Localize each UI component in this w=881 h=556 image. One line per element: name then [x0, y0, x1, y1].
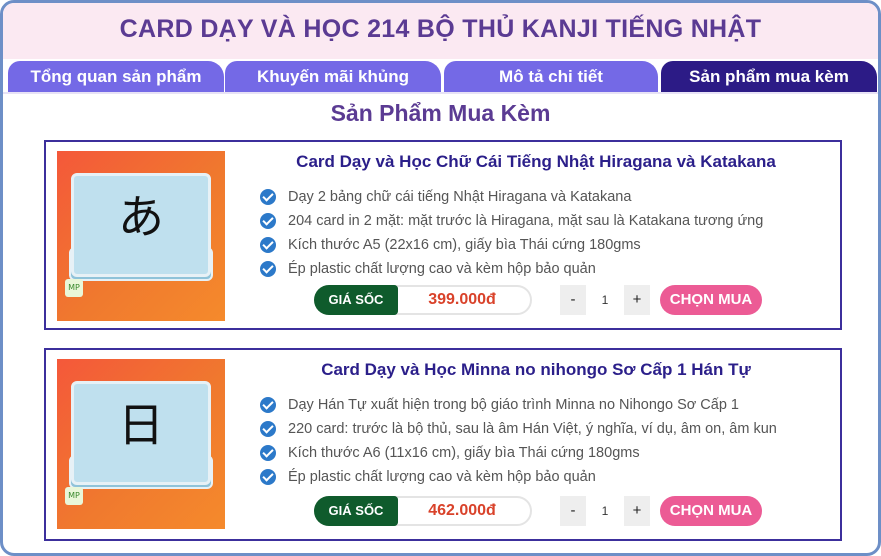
decrease-button[interactable]: -: [560, 496, 586, 526]
check-circle-icon: [260, 237, 276, 253]
price-value: 462.000đ: [428, 502, 496, 519]
check-circle-icon: [260, 261, 276, 277]
buy-button[interactable]: CHỌN MUA: [660, 285, 762, 315]
price-box: GIÁ SỐC 462.000đ: [314, 496, 532, 526]
card-glyph: あ: [118, 190, 164, 244]
product-card: あ MP Card Dạy và Học Chữ Cái Tiếng Nhật …: [44, 140, 842, 330]
feature-item: Kích thước A5 (22x16 cm), giấy bìa Thái …: [260, 234, 763, 258]
check-circle-icon: [260, 445, 276, 461]
price-box: GIÁ SỐC 399.000đ: [314, 285, 532, 315]
feature-text: Ép plastic chất lượng cao và kèm hộp bảo…: [288, 261, 596, 277]
product-title[interactable]: Card Dạy và Học Minna no nihongo Sơ Cấp …: [236, 360, 836, 380]
feature-item: Ép plastic chất lượng cao và kèm hộp bảo…: [260, 258, 763, 282]
feature-text: Dạy Hán Tự xuất hiện trong bộ giáo trình…: [288, 397, 739, 413]
page-title: CARD DẠY VÀ HỌC 214 BỘ THỦ KANJI TIẾNG N…: [119, 15, 762, 43]
quantity-stepper: - 1 +: [560, 285, 650, 315]
increase-button[interactable]: +: [624, 285, 650, 315]
check-circle-icon: [260, 469, 276, 485]
tab-khuyen-mai[interactable]: Khuyến mãi khủng: [225, 61, 441, 92]
feature-text: 204 card in 2 mặt: mặt trước là Hiragana…: [288, 213, 764, 229]
price-label: GIÁ SỐC: [314, 285, 398, 315]
decrease-button[interactable]: -: [560, 285, 586, 315]
feature-text: 220 card: trước là bộ thủ, sau là âm Hán…: [288, 421, 777, 437]
product-image[interactable]: あ MP: [57, 151, 225, 321]
brand-logo-icon: MP: [65, 487, 83, 505]
check-circle-icon: [260, 397, 276, 413]
quantity-input[interactable]: 1: [586, 496, 624, 526]
feature-item: Dạy Hán Tự xuất hiện trong bộ giáo trình…: [260, 394, 777, 418]
card-glyph: 日: [118, 398, 164, 452]
product-panel: CARD DẠY VÀ HỌC 214 BỘ THỦ KANJI TIẾNG N…: [0, 0, 881, 556]
price-label: GIÁ SỐC: [314, 496, 398, 526]
increase-button[interactable]: +: [624, 496, 650, 526]
brand-logo-icon: MP: [65, 279, 83, 297]
feature-text: Dạy 2 bảng chữ cái tiếng Nhật Hiragana v…: [288, 189, 632, 205]
check-circle-icon: [260, 421, 276, 437]
price-value: 399.000đ: [428, 291, 496, 308]
tab-tong-quan[interactable]: Tổng quan sản phẩm: [8, 61, 224, 92]
feature-text: Kích thước A5 (22x16 cm), giấy bìa Thái …: [288, 237, 641, 253]
product-image[interactable]: 日 MP: [57, 359, 225, 529]
feature-item: Kích thước A6 (11x16 cm), giấy bìa Thái …: [260, 442, 777, 466]
quantity-stepper: - 1 +: [560, 496, 650, 526]
tab-mo-ta[interactable]: Mô tả chi tiết: [444, 61, 658, 92]
feature-list: Dạy 2 bảng chữ cái tiếng Nhật Hiragana v…: [260, 186, 763, 282]
feature-text: Ép plastic chất lượng cao và kèm hộp bảo…: [288, 469, 596, 485]
feature-list: Dạy Hán Tự xuất hiện trong bộ giáo trình…: [260, 394, 777, 490]
product-card: 日 MP Card Dạy và Học Minna no nihongo Sơ…: [44, 348, 842, 541]
check-circle-icon: [260, 213, 276, 229]
feature-item: Ép plastic chất lượng cao và kèm hộp bảo…: [260, 466, 777, 490]
check-circle-icon: [260, 189, 276, 205]
quantity-input[interactable]: 1: [586, 285, 624, 315]
section-title: Sản Phẩm Mua Kèm: [330, 100, 551, 126]
tab-san-pham-mua-kem[interactable]: Sản phẩm mua kèm: [661, 61, 877, 92]
feature-text: Kích thước A6 (11x16 cm), giấy bìa Thái …: [288, 445, 640, 461]
header: CARD DẠY VÀ HỌC 214 BỘ THỦ KANJI TIẾNG N…: [3, 3, 878, 59]
feature-item: Dạy 2 bảng chữ cái tiếng Nhật Hiragana v…: [260, 186, 763, 210]
feature-item: 220 card: trước là bộ thủ, sau là âm Hán…: [260, 418, 777, 442]
feature-item: 204 card in 2 mặt: mặt trước là Hiragana…: [260, 210, 763, 234]
product-title[interactable]: Card Dạy và Học Chữ Cái Tiếng Nhật Hirag…: [236, 152, 836, 172]
tabs-divider: [3, 92, 878, 94]
buy-button[interactable]: CHỌN MUA: [660, 496, 762, 526]
